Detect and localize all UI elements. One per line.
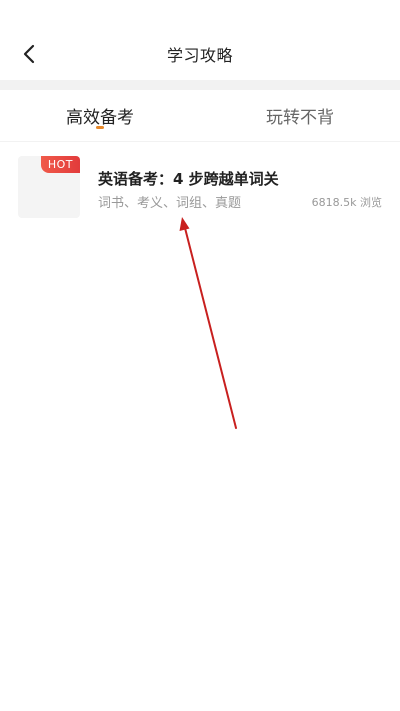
hot-badge: HOT <box>40 156 80 173</box>
section-divider <box>0 80 400 90</box>
item-thumbnail: HOT <box>18 156 80 218</box>
active-tab-indicator <box>96 126 104 129</box>
tab-fun-learning[interactable]: 玩转不背 <box>200 90 400 141</box>
page: 学习攻略 高效备考 玩转不背 HOT 英语备考：4 步跨越单词关 词书、考义、词… <box>0 0 400 711</box>
item-tags: 词书、考义、词组、真题 <box>98 196 242 211</box>
annotation-arrow-line <box>184 227 237 429</box>
tab-efficient-prep[interactable]: 高效备考 <box>0 90 200 141</box>
tab-bar: 高效备考 玩转不背 <box>0 90 400 142</box>
tab-label: 高效备考 <box>66 108 134 128</box>
tab-label: 玩转不背 <box>266 108 334 128</box>
header: 学习攻略 <box>0 0 400 80</box>
list-item[interactable]: HOT 英语备考：4 步跨越单词关 词书、考义、词组、真题 6818.5k 浏览 <box>0 150 400 226</box>
item-view-count: 6818.5k 浏览 <box>311 196 382 209</box>
item-title: 英语备考：4 步跨越单词关 <box>98 170 279 188</box>
page-title: 学习攻略 <box>166 46 233 65</box>
